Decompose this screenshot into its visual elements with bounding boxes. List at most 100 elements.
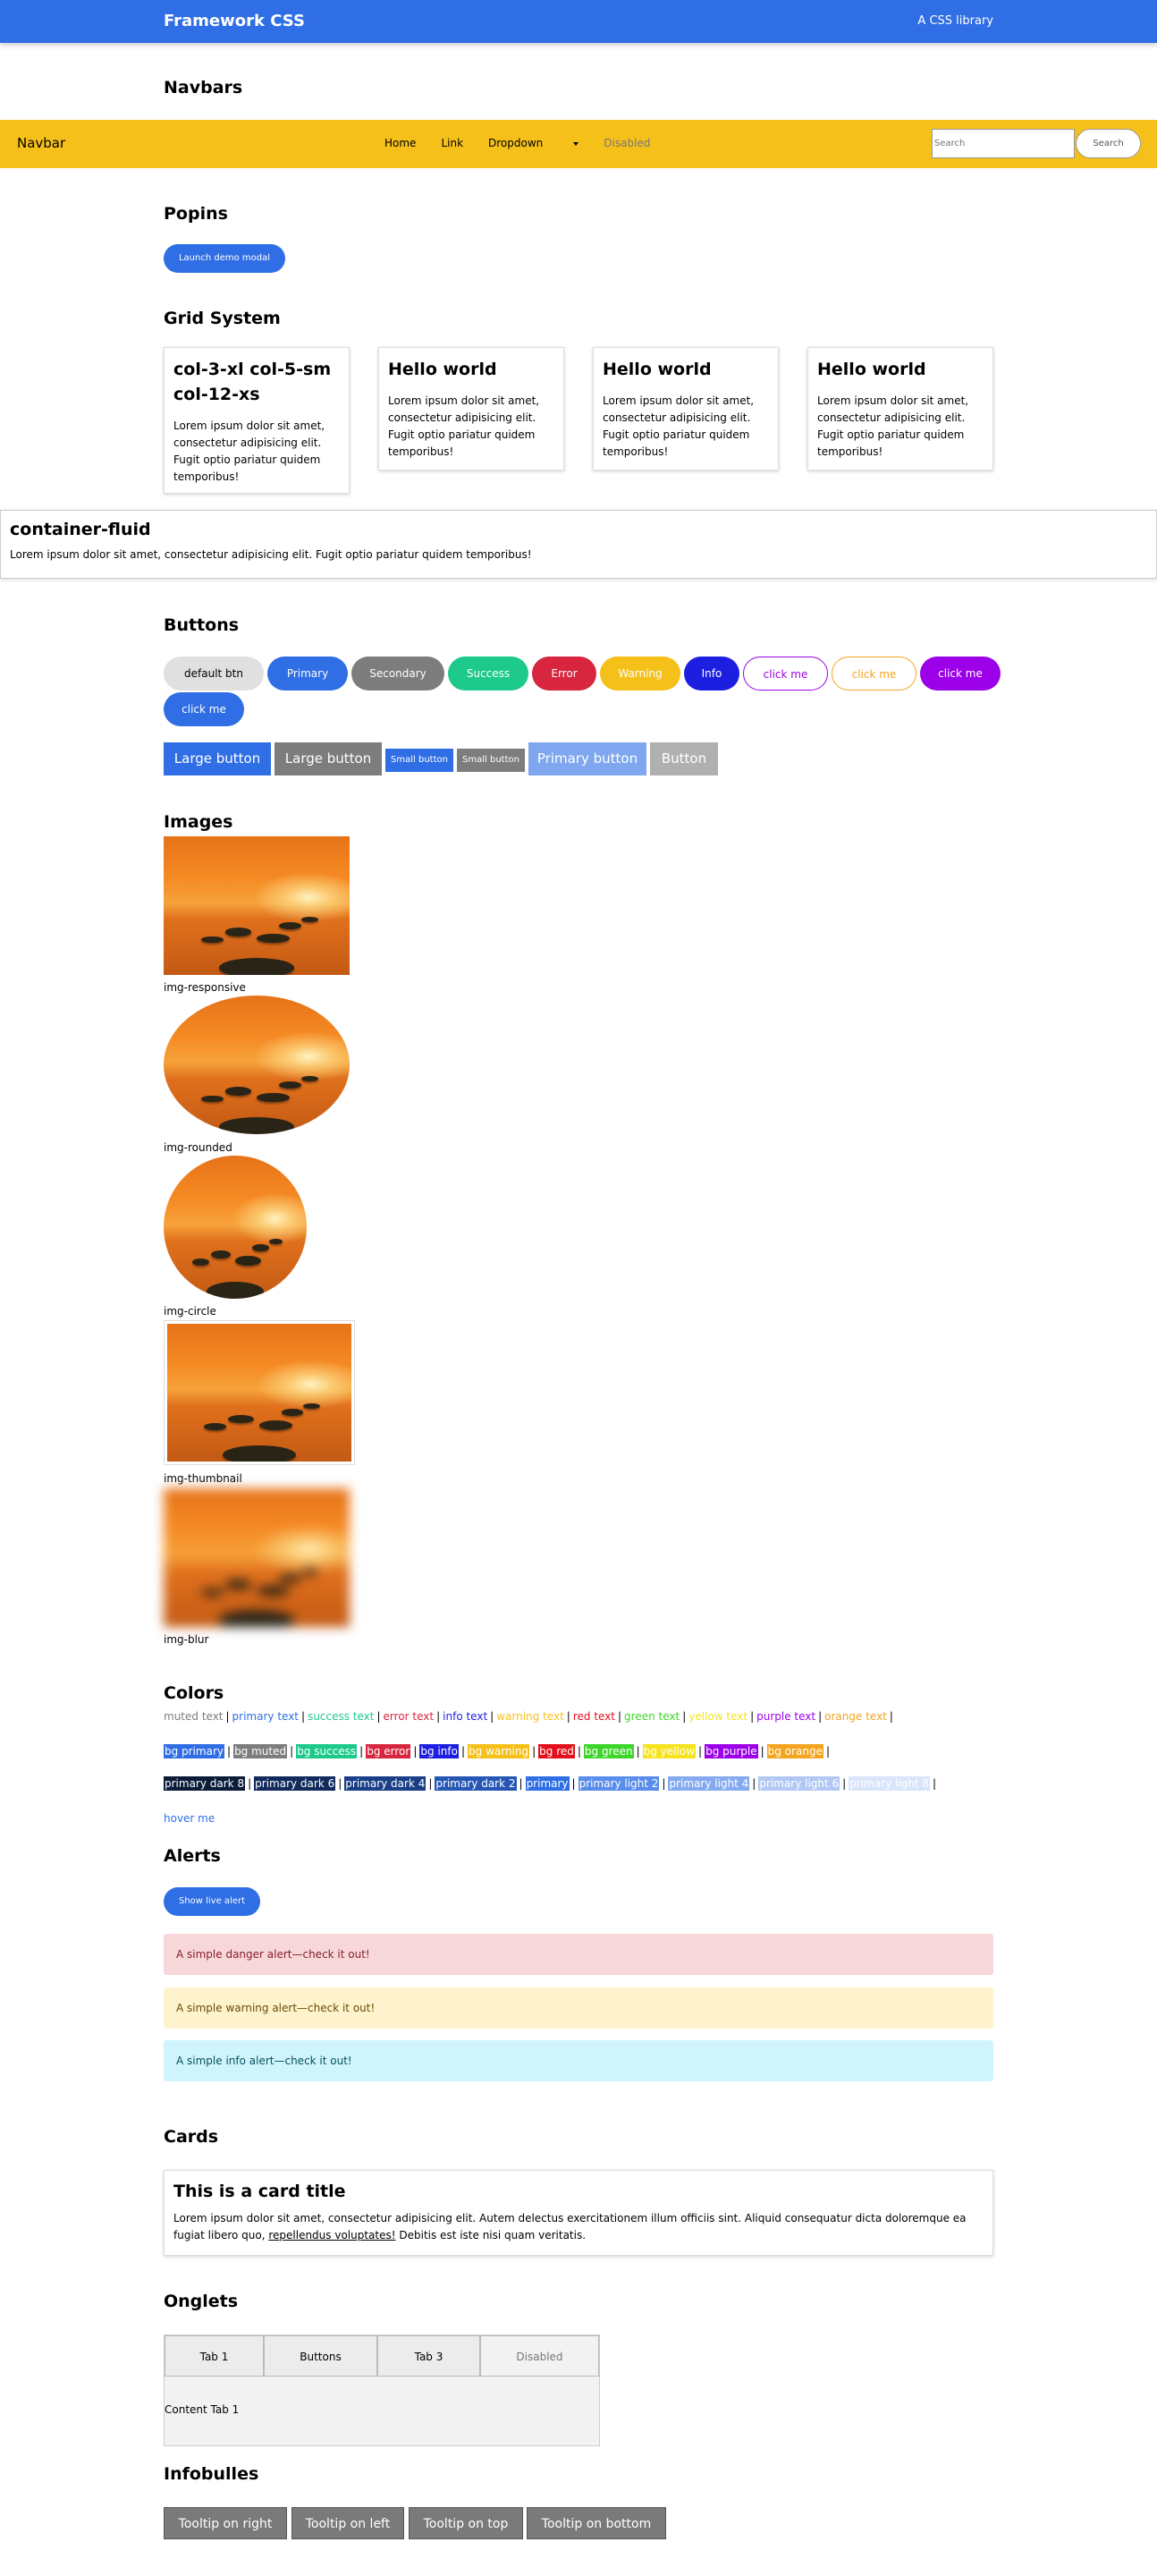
separator: | <box>636 1745 640 1758</box>
hover-me-link[interactable]: hover me <box>164 1812 215 1825</box>
separator: | <box>428 1777 433 1790</box>
bg-swatch-bg-muted: bg muted <box>233 1744 288 1758</box>
stepping-stone <box>257 933 291 944</box>
separator: | <box>571 1777 576 1790</box>
section-title-onglets: Onglets <box>164 2292 239 2311</box>
tab-1[interactable]: Tab 1 <box>165 2335 264 2377</box>
tab-3[interactable]: Tab 3 <box>377 2335 480 2377</box>
section-title-infobulles: Infobulles <box>164 2464 259 2484</box>
stepping-stone <box>300 1075 318 1082</box>
launch-modal-button[interactable]: Launch demo modal <box>164 244 285 273</box>
button-button[interactable]: Button <box>650 742 718 775</box>
tab-buttons[interactable]: Buttons <box>264 2335 377 2377</box>
separator: | <box>889 1710 893 1723</box>
alert-box: A simple danger alert—check it out! <box>164 1934 993 1975</box>
stepping-stone <box>219 1610 294 1627</box>
stepping-stone <box>219 1117 294 1134</box>
nav-link-home[interactable]: Home <box>384 137 416 149</box>
text-color-yellow-text: yellow text <box>688 1710 748 1723</box>
bg-swatch-primary-dark-4: primary dark 4 <box>344 1776 426 1791</box>
img-thumbnail-frame <box>164 1320 355 1465</box>
button-click-me[interactable]: click me <box>743 657 828 691</box>
bg-colors-row: bg primary | bg muted | bg success | bg error |… <box>164 1744 832 1758</box>
separator: | <box>818 1710 823 1723</box>
text-color-muted-text: muted text <box>164 1710 224 1723</box>
navbar-search-button[interactable]: Search <box>1076 129 1141 158</box>
stepping-stone <box>210 1250 232 1259</box>
button-small-button[interactable]: Small button <box>457 749 525 772</box>
button-error[interactable]: Error <box>532 657 596 691</box>
button-secondary[interactable]: Secondary <box>351 657 444 691</box>
alert-box: A simple info alert—check it out! <box>164 2040 993 2081</box>
separator: | <box>682 1710 687 1723</box>
grid-card-text: Lorem ipsum dolor sit amet, consectetur … <box>173 419 325 483</box>
card-title: This is a card title <box>173 2182 346 2201</box>
tabs-container: Tab 1 Buttons Tab 3 Disabled Content Tab… <box>164 2334 600 2446</box>
grid-card-title: Hello world <box>388 360 497 379</box>
separator: | <box>413 1745 418 1758</box>
bg-swatch-bg-yellow: bg yellow <box>642 1744 697 1758</box>
container-fluid-title: container-fluid <box>10 520 151 539</box>
stepping-stone <box>207 1281 264 1299</box>
stepping-stone <box>224 928 251 936</box>
bg-swatch-bg-success: bg success <box>296 1744 358 1758</box>
img-rounded-image <box>164 996 350 1134</box>
text-color-error-text: error text <box>383 1710 435 1723</box>
button-success[interactable]: Success <box>448 657 528 691</box>
separator: | <box>825 1745 831 1758</box>
text-color-info-text: info text <box>443 1710 488 1723</box>
card-link[interactable]: repellendus voluptates! <box>268 2229 395 2241</box>
stepping-stone <box>224 1580 251 1589</box>
navbar-links: Home Link Dropdown Disabled <box>384 137 675 149</box>
section-title-cards: Cards <box>164 2127 219 2147</box>
separator: | <box>532 1745 536 1758</box>
tooltip-left-button[interactable]: Tooltip on left <box>291 2507 404 2539</box>
click-me-button[interactable]: click me <box>164 692 244 726</box>
text-color-green-text: green text <box>624 1710 680 1723</box>
stepping-stone <box>224 1087 251 1096</box>
tooltip-right-button[interactable]: Tooltip on right <box>164 2507 287 2539</box>
nav-link-link[interactable]: Link <box>441 137 463 149</box>
stepping-stone <box>204 1422 226 1430</box>
separator: | <box>460 1745 465 1758</box>
button-default-btn[interactable]: default btn <box>164 657 264 691</box>
text-colors-row: muted text | primary text | success text | err… <box>164 1710 896 1723</box>
stepping-stone <box>200 1588 224 1596</box>
tooltip-bottom-button[interactable]: Tooltip on bottom <box>527 2507 666 2539</box>
button-primary-button[interactable]: Primary button <box>528 742 646 775</box>
button-primary[interactable]: Primary <box>267 657 348 691</box>
separator: | <box>436 1710 441 1723</box>
button-click-me[interactable]: click me <box>832 657 916 691</box>
button-small-button[interactable]: Small button <box>385 749 453 772</box>
bg-swatch-primary-dark-6: primary dark 6 <box>254 1776 336 1791</box>
navbar-brand[interactable]: Navbar <box>17 135 65 151</box>
separator: | <box>248 1777 252 1790</box>
container-fluid-card: container-fluid Lorem ipsum dolor sit am… <box>0 510 1157 579</box>
site-tagline: A CSS library <box>917 14 993 28</box>
bg-swatch-primary-dark-8: primary dark 8 <box>164 1776 246 1791</box>
section-title-colors: Colors <box>164 1683 224 1703</box>
button-warning[interactable]: Warning <box>600 657 680 691</box>
show-alert-button[interactable]: Show live alert <box>164 1887 260 1916</box>
separator: | <box>359 1745 364 1758</box>
tooltip-top-button[interactable]: Tooltip on top <box>409 2507 523 2539</box>
nav-link-disabled: Disabled <box>604 137 651 149</box>
text-color-orange-text: orange text <box>824 1710 887 1723</box>
button-info[interactable]: Info <box>684 657 739 691</box>
button-click-me[interactable]: click me <box>920 657 1001 691</box>
img-responsive-image <box>164 836 350 975</box>
site-brand[interactable]: Framework CSS <box>164 12 305 30</box>
bg-swatch-primary-light-8: primary light 8 <box>849 1776 931 1791</box>
navbar-search-input[interactable] <box>932 129 1075 158</box>
bg-swatch-bg-info: bg info <box>419 1744 459 1758</box>
stepping-stone <box>235 1256 261 1267</box>
section-title-buttons: Buttons <box>164 615 240 635</box>
card-text-end: Debitis est iste nisi quam veritatis. <box>395 2229 587 2241</box>
button-large-button[interactable]: Large button <box>164 742 271 775</box>
separator: | <box>519 1777 523 1790</box>
image-caption: img-thumbnail <box>164 1472 242 1485</box>
bg-swatch-bg-purple: bg purple <box>705 1744 758 1758</box>
nav-dropdown[interactable]: Dropdown <box>488 137 579 149</box>
alert-box: A simple warning alert—check it out! <box>164 1987 993 2029</box>
button-large-button[interactable]: Large button <box>274 742 382 775</box>
